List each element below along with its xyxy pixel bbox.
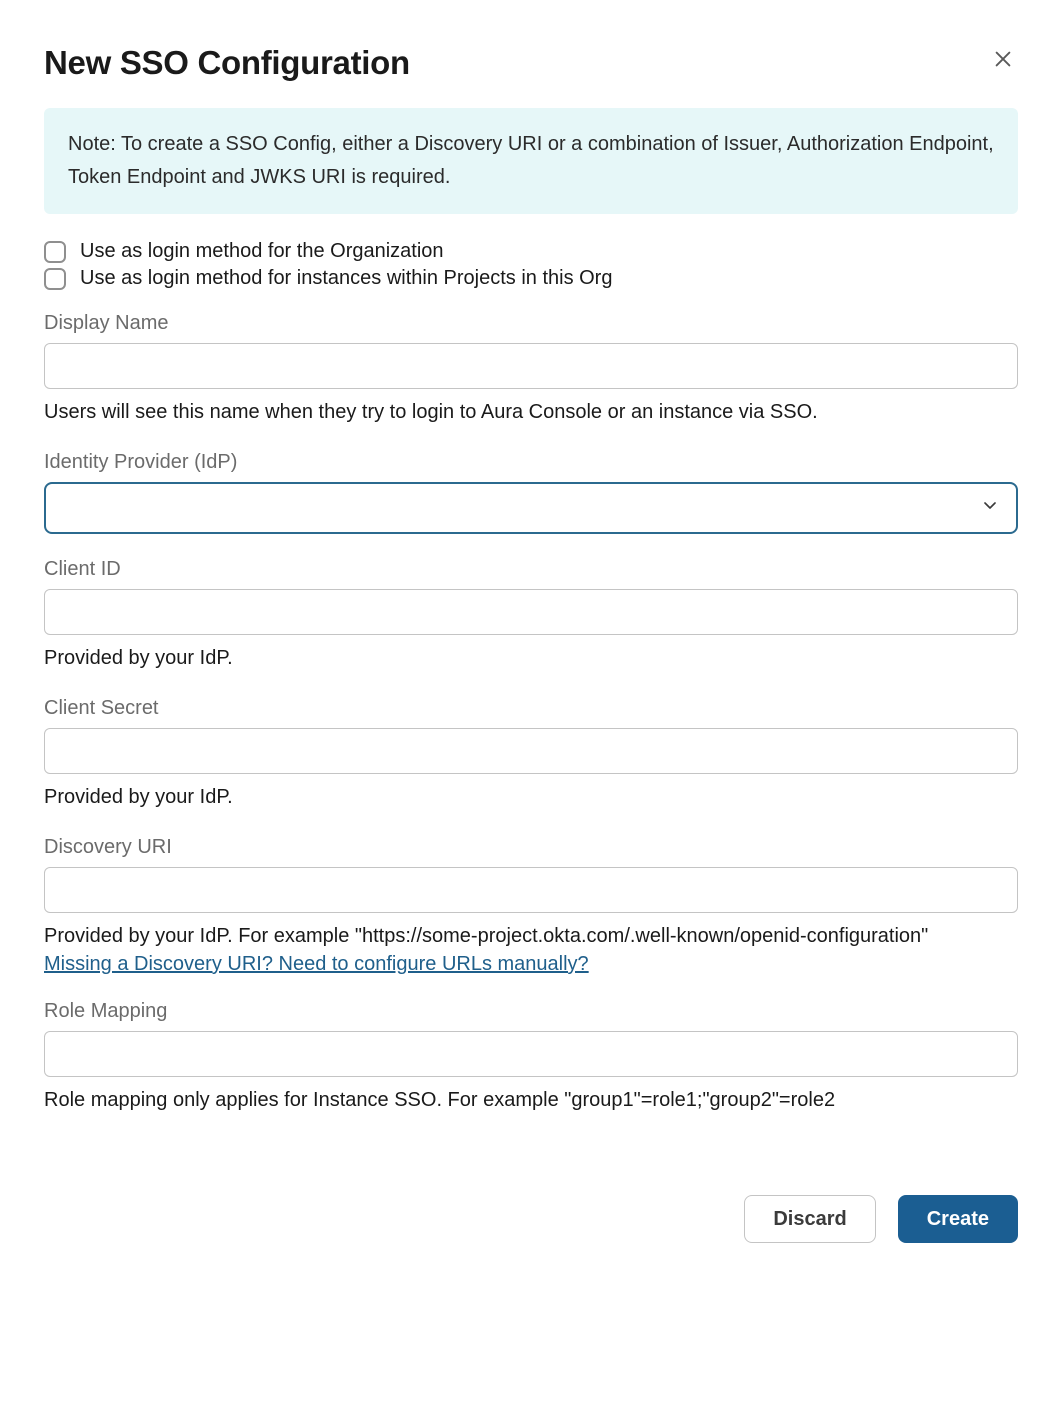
field-display-name: Display Name Users will see this name wh… — [44, 312, 1018, 427]
close-icon — [992, 48, 1014, 73]
create-button[interactable]: Create — [898, 1195, 1018, 1243]
checkbox-project-login[interactable] — [44, 268, 66, 290]
field-client-secret: Client Secret Provided by your IdP. — [44, 697, 1018, 812]
discovery-uri-help: Provided by your IdP. For example "https… — [44, 921, 1018, 951]
close-button[interactable] — [988, 44, 1018, 77]
role-mapping-input[interactable] — [44, 1031, 1018, 1077]
display-name-label: Display Name — [44, 312, 1018, 335]
idp-select[interactable] — [44, 482, 1018, 534]
discard-button[interactable]: Discard — [744, 1195, 875, 1243]
client-secret-label: Client Secret — [44, 697, 1018, 720]
client-id-input[interactable] — [44, 589, 1018, 635]
field-idp: Identity Provider (IdP) — [44, 451, 1018, 534]
client-secret-input[interactable] — [44, 728, 1018, 774]
sso-config-dialog: New SSO Configuration Note: To create a … — [0, 0, 1062, 1287]
field-role-mapping: Role Mapping Role mapping only applies f… — [44, 1000, 1018, 1115]
dialog-header: New SSO Configuration — [44, 44, 1018, 82]
display-name-input[interactable] — [44, 343, 1018, 389]
display-name-help: Users will see this name when they try t… — [44, 397, 1018, 427]
checkbox-row-project-login: Use as login method for instances within… — [44, 267, 1018, 290]
field-client-id: Client ID Provided by your IdP. — [44, 558, 1018, 673]
checkbox-org-login[interactable] — [44, 241, 66, 263]
discovery-uri-input[interactable] — [44, 867, 1018, 913]
dialog-title: New SSO Configuration — [44, 44, 410, 82]
checkbox-org-login-label: Use as login method for the Organization — [80, 240, 444, 263]
client-secret-help: Provided by your IdP. — [44, 782, 1018, 812]
info-note: Note: To create a SSO Config, either a D… — [44, 108, 1018, 214]
dialog-footer: Discard Create — [44, 1195, 1018, 1243]
role-mapping-help: Role mapping only applies for Instance S… — [44, 1085, 1018, 1115]
field-discovery-uri: Discovery URI Provided by your IdP. For … — [44, 836, 1018, 976]
login-method-checkbox-group: Use as login method for the Organization… — [44, 240, 1018, 290]
idp-label: Identity Provider (IdP) — [44, 451, 1018, 474]
client-id-help: Provided by your IdP. — [44, 643, 1018, 673]
manual-config-link[interactable]: Missing a Discovery URI? Need to configu… — [44, 953, 589, 976]
client-id-label: Client ID — [44, 558, 1018, 581]
role-mapping-label: Role Mapping — [44, 1000, 1018, 1023]
checkbox-row-org-login: Use as login method for the Organization — [44, 240, 1018, 263]
discovery-uri-label: Discovery URI — [44, 836, 1018, 859]
checkbox-project-login-label: Use as login method for instances within… — [80, 267, 612, 290]
